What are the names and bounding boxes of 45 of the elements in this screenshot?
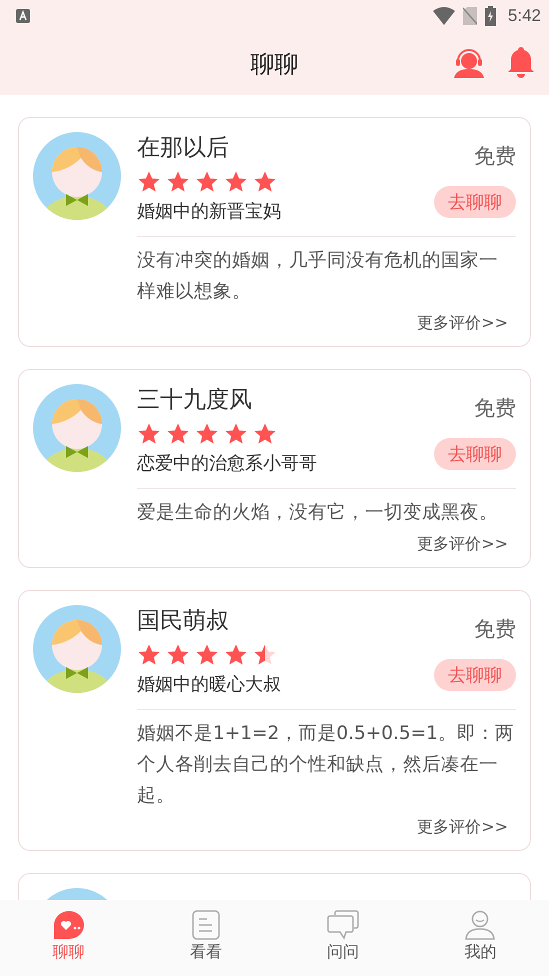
star-icon <box>166 643 190 667</box>
star-icon <box>195 422 219 446</box>
page-title: 聊聊 <box>250 48 298 80</box>
keyboard-indicator-icon <box>16 9 30 23</box>
counselor-name: 在那以后 <box>137 134 230 163</box>
price-label: 免费 <box>474 143 516 170</box>
star-icon <box>224 422 248 446</box>
person-icon <box>465 910 496 940</box>
status-time: 5:42 <box>508 6 541 26</box>
quote-text: 婚姻不是1+1=2，而是0.5+0.5=1。即：两个人各削去自己的个性和缺点，然后凑在一起。 <box>137 722 515 808</box>
star-icon <box>253 170 277 194</box>
wifi-icon <box>432 7 455 25</box>
quote-text: 没有冲突的婚姻，几乎同没有危机的国家一样难以想象。 <box>137 249 499 304</box>
heart-bubble-icon <box>52 910 85 940</box>
more-reviews-link[interactable]: 更多评价>> <box>417 817 508 838</box>
bell-icon[interactable] <box>507 46 535 78</box>
more-reviews-link[interactable]: 更多评价>> <box>417 313 508 334</box>
star-icon <box>253 422 277 446</box>
headset-agent-icon[interactable] <box>453 46 485 78</box>
document-icon <box>192 910 220 940</box>
no-sim-icon <box>462 7 477 25</box>
star-icon <box>137 170 161 194</box>
nav-tab[interactable]: 我的 <box>412 900 549 976</box>
nav-tab[interactable]: 看看 <box>137 900 274 976</box>
star-icon <box>137 643 161 667</box>
star-icon <box>224 643 248 667</box>
chat-bubbles-icon <box>327 910 360 940</box>
price-label: 免费 <box>474 395 516 422</box>
star-icon <box>166 170 190 194</box>
price-label: 免费 <box>474 616 516 643</box>
star-icon <box>137 422 161 446</box>
counselor-description: 恋爱中的治愈系小哥哥 <box>137 452 317 476</box>
more-reviews-link[interactable]: 更多评价>> <box>417 534 508 555</box>
quote-text: 爱是生命的火焰，没有它，一切变成黑夜。 <box>137 501 499 525</box>
star-icon <box>166 422 190 446</box>
counselor-name: 三十九度风 <box>137 386 253 415</box>
counselor-name: 国民萌叔 <box>137 607 230 636</box>
nav-tab[interactable]: 问问 <box>274 900 412 976</box>
counselor-description: 婚姻中的暖心大叔 <box>137 673 281 697</box>
star-icon <box>195 170 219 194</box>
star-icon <box>224 170 248 194</box>
battery-charging-icon <box>484 6 496 26</box>
star-icon <box>253 643 277 667</box>
counselor-description: 婚姻中的新晋宝妈 <box>137 200 281 224</box>
star-icon <box>195 643 219 667</box>
